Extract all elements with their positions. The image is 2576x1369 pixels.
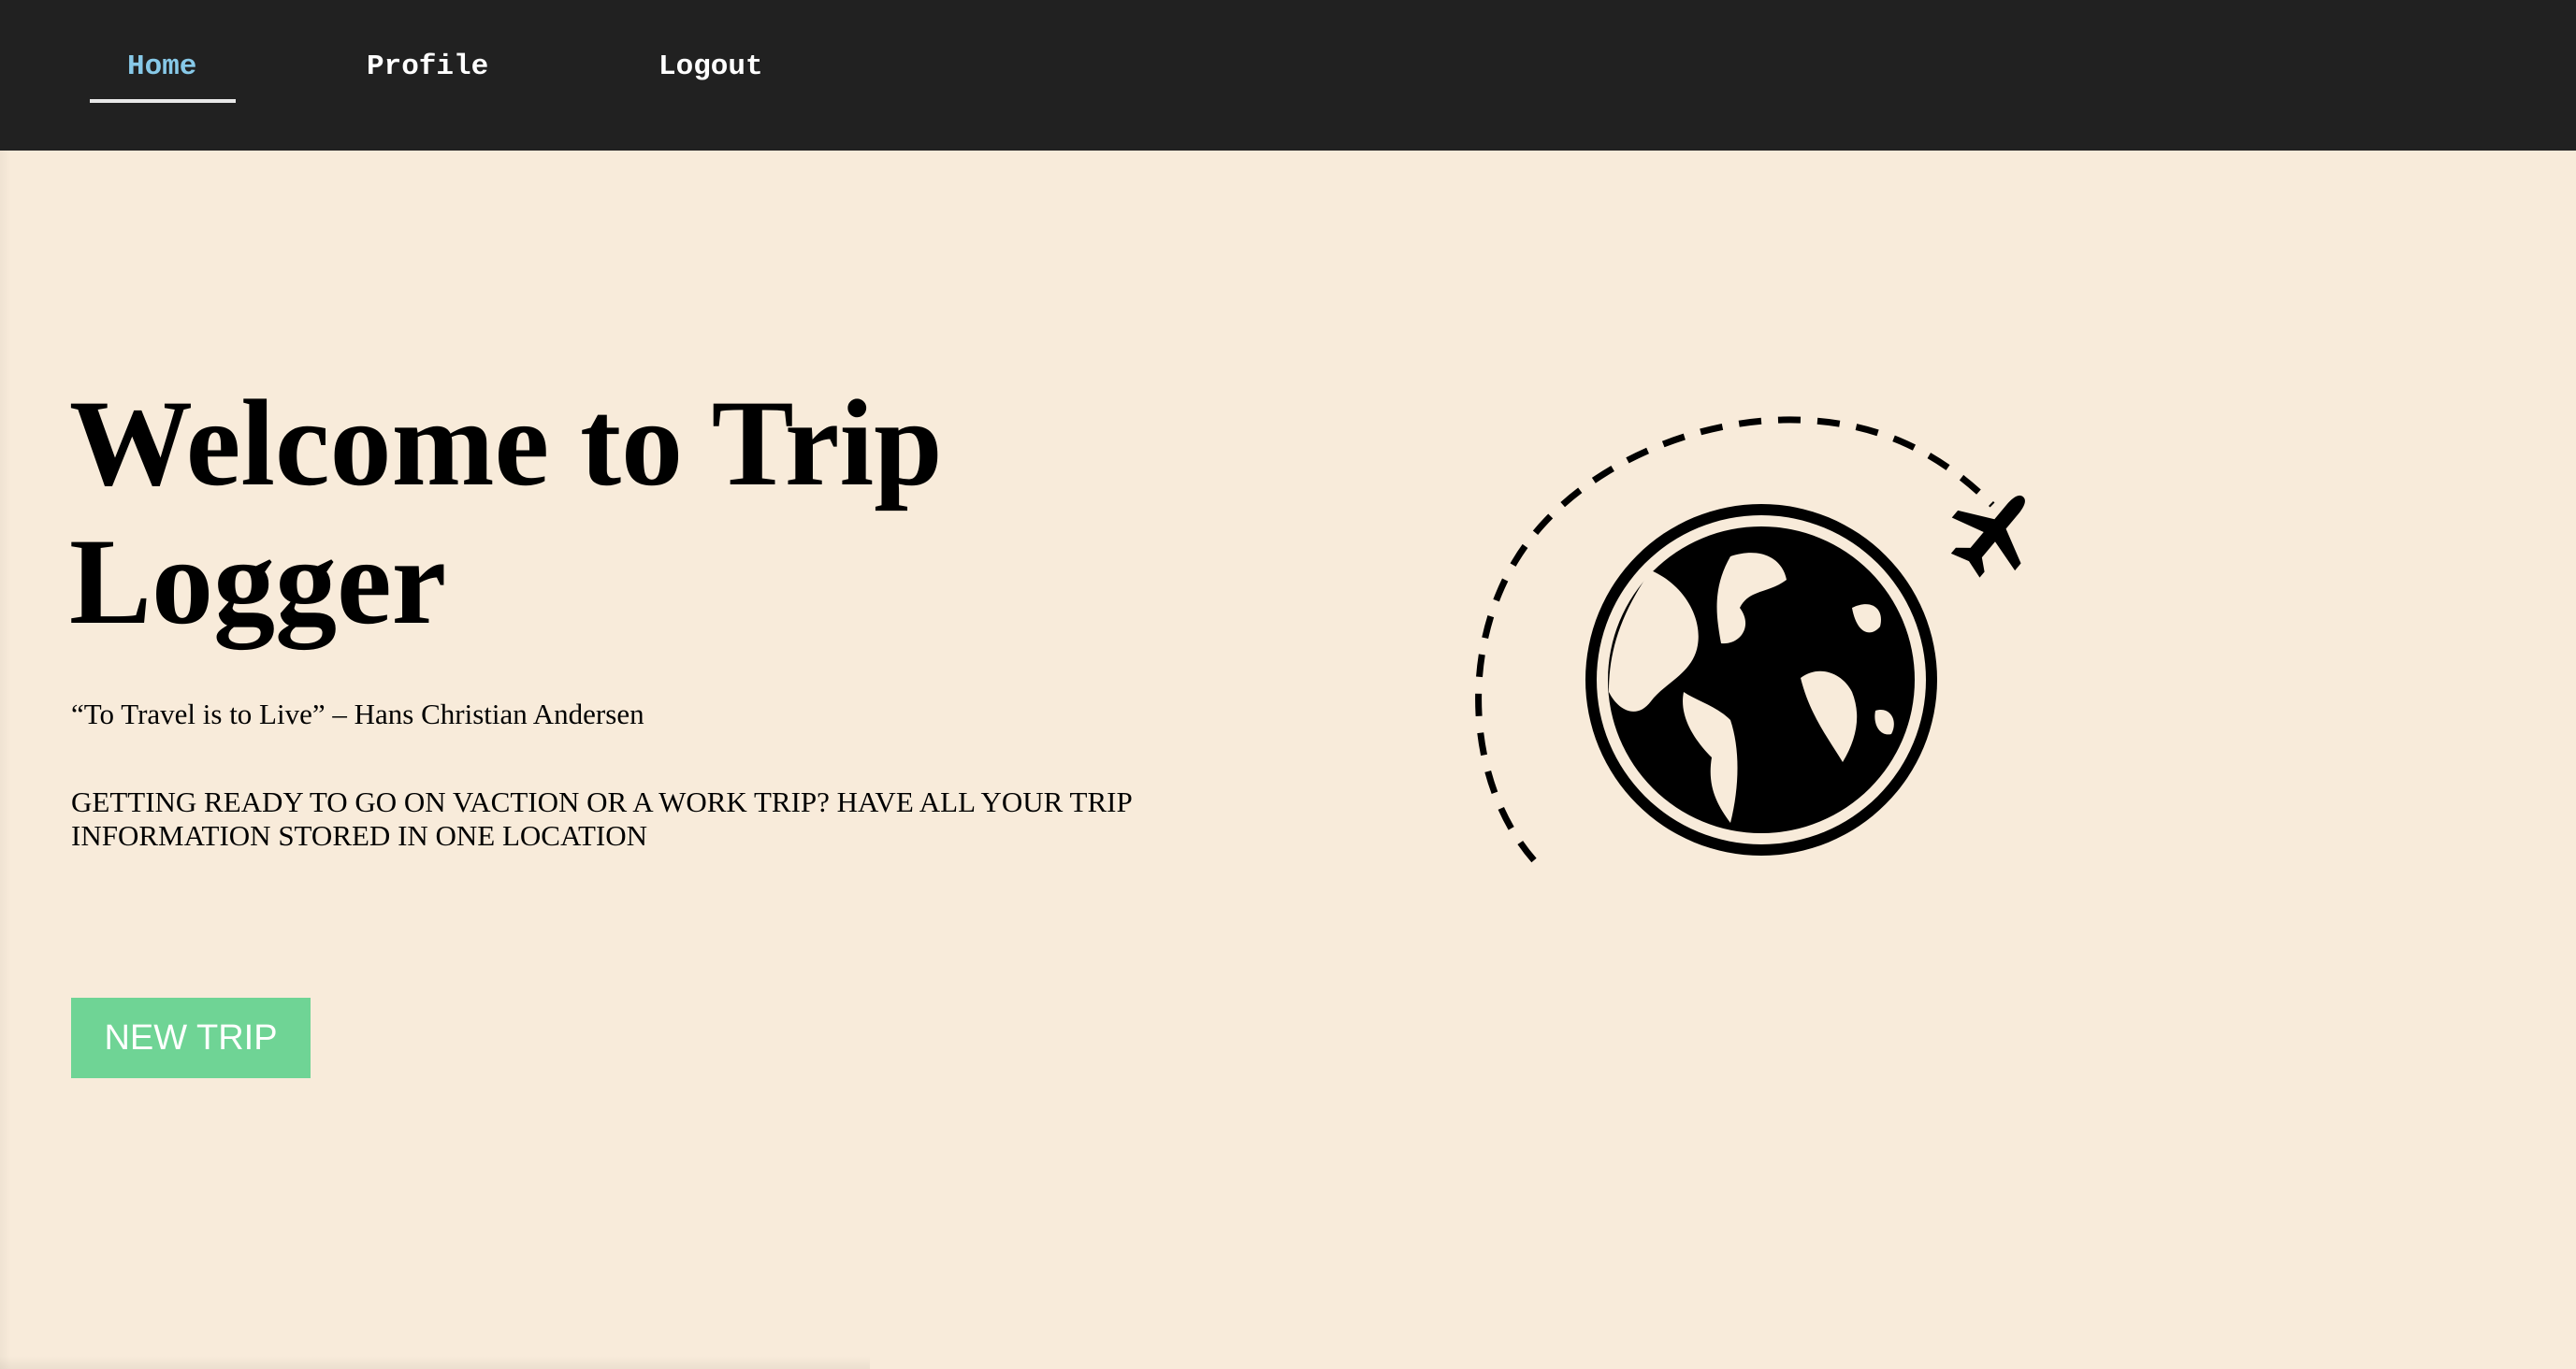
travel-quote: “To Travel is to Live” – Hans Christian …: [71, 698, 644, 730]
nav-active-underline: [90, 99, 236, 103]
nav-home-link[interactable]: Home: [127, 47, 196, 88]
nav-logout-link[interactable]: Logout: [658, 47, 763, 88]
nav-profile-link[interactable]: Profile: [367, 47, 488, 88]
bottom-edge-shadow: [0, 1356, 870, 1369]
left-edge-shadow: [0, 151, 11, 1369]
new-trip-button[interactable]: NEW TRIP: [71, 998, 311, 1078]
tagline-text: GETTING READY TO GO ON VACTION OR A WORK…: [71, 785, 1132, 852]
main-content: [0, 151, 2576, 1369]
airplane-icon: [1950, 495, 2025, 578]
top-navbar: Home Profile Logout: [0, 0, 2576, 151]
page-title: Welcome to Trip Logger: [69, 374, 943, 650]
travel-illustration: [1475, 416, 2025, 863]
globe-icon: [1585, 504, 1937, 856]
